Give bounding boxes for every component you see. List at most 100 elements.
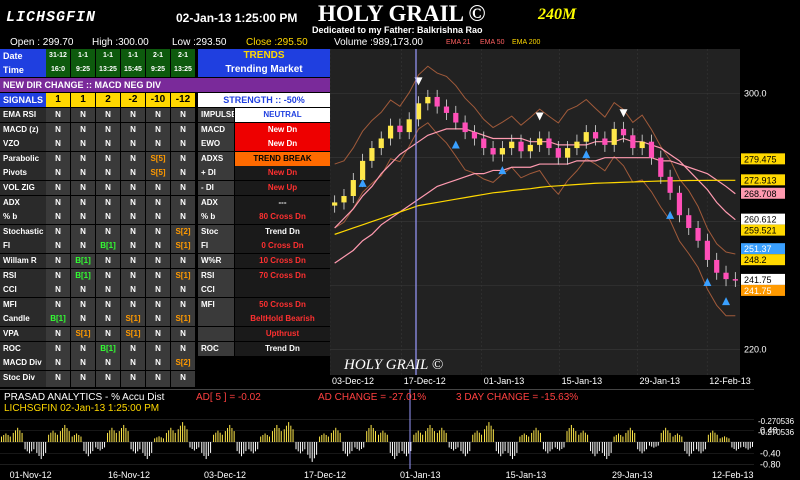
- indicator-name: W%R: [198, 254, 234, 268]
- ad-change: AD CHANGE = -27.01%: [318, 392, 426, 403]
- low-value: Low :293.50: [172, 37, 227, 48]
- signal-value: N: [171, 151, 195, 166]
- candle-body: [592, 132, 599, 139]
- signal-value: N: [96, 108, 120, 122]
- indicator-name: RSI: [198, 268, 234, 283]
- signal-value: N: [146, 327, 170, 341]
- signal-value: N: [46, 283, 70, 298]
- candle-body: [704, 240, 710, 260]
- indicator-name: % b: [198, 210, 234, 225]
- signal-value: N: [121, 254, 145, 268]
- title-bar: LICHSGFIN 02-Jan-13 1:25:00 PM HOLY GRAI…: [0, 0, 800, 37]
- price-label-text: 272.913: [744, 175, 777, 185]
- signal-column-header: -10: [146, 93, 170, 107]
- indicator-name: FI: [198, 239, 234, 254]
- signal-value: N: [71, 385, 95, 387]
- osc-date-axis: 01-Nov-12 16-Nov-12 03-Dec-12 17-Dec-12 01-J…: [0, 469, 800, 480]
- candle-body: [630, 135, 636, 149]
- signal-value: N: [46, 370, 70, 385]
- time-cell: 9:25: [71, 63, 95, 77]
- price-label-text: 248.2: [744, 255, 767, 265]
- signal-value: N: [71, 210, 95, 225]
- indicator-value: NEUTRAL: [235, 108, 330, 122]
- price-tick: 300.0: [744, 89, 767, 99]
- price-chart[interactable]: HOLY GRAIL © 300.0280.0260.0240.0220.0 0…: [330, 49, 800, 387]
- signal-value: B[1]: [71, 254, 95, 268]
- signal-name: EMA RSI: [0, 108, 46, 122]
- signal-name: VZO: [0, 137, 46, 152]
- candle-body: [527, 144, 533, 152]
- signal-value: N: [171, 195, 195, 210]
- signal-value: N: [146, 195, 170, 210]
- signal-value: N: [146, 341, 170, 356]
- accu-dist-panel[interactable]: PRASAD ANALYTICS - % Accu Dist LICHSGFIN…: [0, 389, 800, 480]
- date-axis: 03-Dec-12 17-Dec-12 01-Jan-13 15-Jan-13 29-J…: [330, 375, 751, 387]
- signal-row: RSI N B[1] N N N S[1]: [0, 268, 198, 283]
- volume-value: Volume :989,173.00: [334, 37, 423, 48]
- signal-value: N: [96, 385, 120, 387]
- signal-value: N: [146, 122, 170, 137]
- signal-row: EMA RSI N N N N N N: [0, 108, 198, 122]
- signal-value: N: [146, 224, 170, 239]
- indicator-name: ADX: [198, 195, 234, 210]
- signal-column-header: -12: [171, 93, 195, 107]
- indicator-value: Upthrust: [235, 327, 330, 341]
- signals-header-row: SIGNALS 1 1 2 -2 -10 -12 STRENGTH :: -50%: [0, 93, 330, 107]
- signal-value: N: [146, 108, 170, 122]
- indicator-value: 50 Cross Dn: [235, 297, 330, 312]
- signal-value: N: [171, 341, 195, 356]
- signal-value: N: [96, 166, 120, 181]
- date-cell: 1-1: [96, 49, 120, 63]
- signal-value: N: [46, 297, 70, 312]
- signal-value: N: [46, 195, 70, 210]
- signal-value: N: [46, 356, 70, 371]
- signal-row: MFI N N N N N N: [0, 297, 198, 312]
- signal-value: N: [146, 312, 170, 327]
- signal-value: N: [71, 341, 95, 356]
- indicator-name: - DI: [198, 181, 234, 195]
- signal-name: Stoc Div: [0, 370, 46, 385]
- ticker-symbol: LICHSGFIN: [6, 9, 97, 26]
- date-cell: 2-1: [146, 49, 170, 63]
- indicator-row: MFI 50 Cross Dn: [198, 297, 330, 312]
- signal-row: Willam R N B[1] N N N N: [0, 254, 198, 268]
- signal-value: N: [96, 224, 120, 239]
- signal-value: N: [121, 268, 145, 283]
- candle-body: [406, 119, 412, 133]
- date-label: Date: [0, 49, 46, 63]
- indicator-name: ADXS: [198, 151, 234, 166]
- indicator-row: % b 80 Cross Dn: [198, 210, 330, 225]
- candle-body: [341, 196, 347, 203]
- signal-value: S[1]: [171, 239, 195, 254]
- signal-value: N: [96, 283, 120, 298]
- indicator-name: MFI: [198, 297, 234, 312]
- signal-value: N: [96, 356, 120, 371]
- signal-value: N: [46, 151, 70, 166]
- signal-row: Stochastic N N N N N S[2]: [0, 224, 198, 239]
- indicator-row: W%R 10 Cross Dn: [198, 254, 330, 268]
- signal-panel: Date 31-12 1-1 1-1 1-1 2-1 2-1 TRENDS Time 16…: [0, 49, 330, 387]
- indicator-row: Stoc Trend Dn: [198, 224, 330, 239]
- signals-label: SIGNALS: [0, 93, 46, 107]
- time-cell: 9:25: [146, 63, 170, 77]
- candle-body: [471, 132, 478, 139]
- signal-value: N: [46, 268, 70, 283]
- candle-body: [620, 128, 627, 136]
- indicator-row: FI 0 Cross Dn: [198, 239, 330, 254]
- candle-body: [565, 148, 571, 158]
- signal-name: RSI: [0, 268, 46, 283]
- candle-body: [714, 259, 720, 273]
- indicator-row: EWO New Dn: [198, 137, 330, 152]
- signal-value: N: [96, 312, 120, 327]
- timeframe-label[interactable]: 240M: [538, 6, 576, 24]
- price-label-text: 241.75: [744, 275, 772, 285]
- signal-value: N: [171, 370, 195, 385]
- indicator-row: BeltHold Bearish: [198, 312, 330, 327]
- signal-value: N: [171, 122, 195, 137]
- dir-change-text: NEW DIR CHANGE :: MACD NEG DIV: [3, 80, 161, 90]
- osc-value-2: -0.270536: [758, 428, 795, 437]
- candle-body: [332, 202, 338, 206]
- signal-row: MACD Div N N N N N S[2]: [0, 356, 198, 371]
- signal-row: MACD (z) N N N N N N: [0, 122, 198, 137]
- price-labels: 279.475 272.913 268.708 260.612259.521 251.3…: [741, 153, 785, 296]
